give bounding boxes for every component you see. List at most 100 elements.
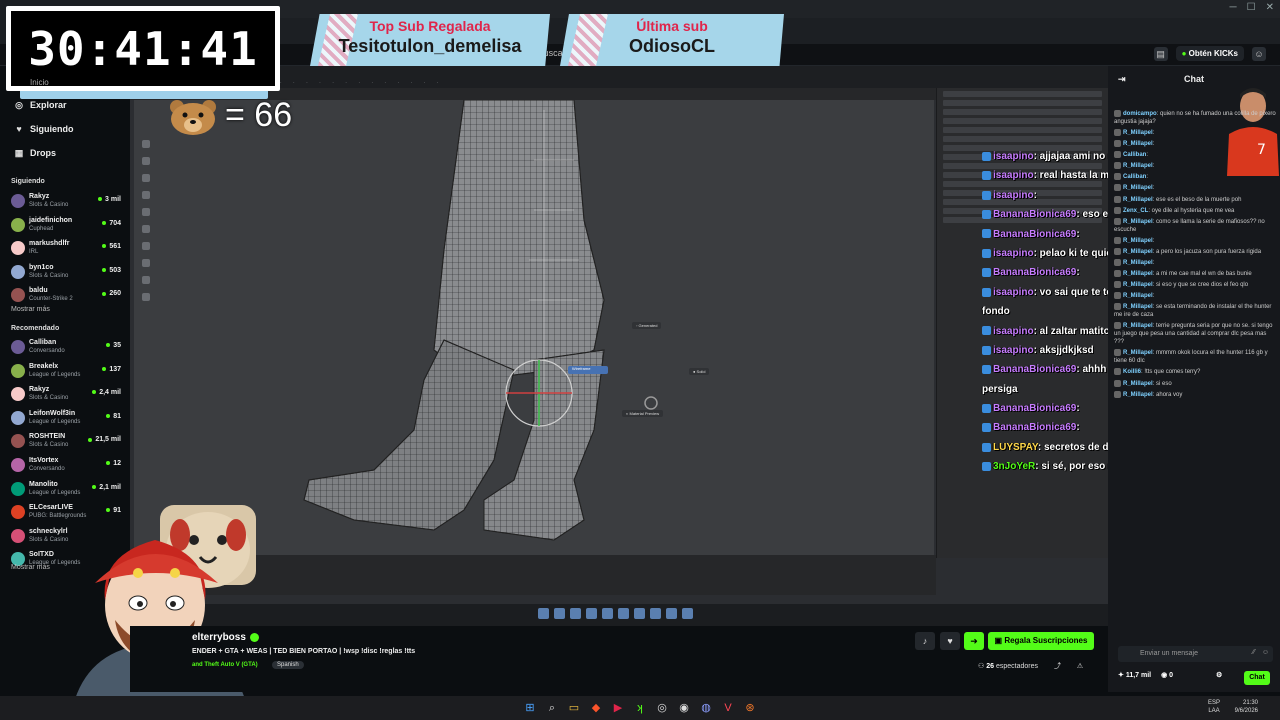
chat-user[interactable]: R_Millapel <box>1123 323 1153 329</box>
chat-user[interactable]: R_Millapel <box>1123 282 1153 288</box>
show-more-following[interactable]: Mostrar más <box>11 306 50 313</box>
blender-icon[interactable]: ⊛ <box>743 701 757 715</box>
media-player-icon[interactable]: ▶ <box>611 701 625 715</box>
chat-send-button[interactable]: Chat <box>1244 671 1270 685</box>
sidebar-channel[interactable]: jaidefinichon Cuphead 704 <box>11 216 123 236</box>
obs-icon[interactable]: ◉ <box>677 701 691 715</box>
channel-name: Rakyz <box>29 193 50 200</box>
share-kicks-button[interactable]: ➜ <box>964 632 984 650</box>
chat-text: : <box>1146 152 1149 159</box>
viewers-number: 26 <box>986 663 995 670</box>
sidebar-item-drops[interactable]: ▦ Drops <box>14 148 56 158</box>
chat-user[interactable]: Calliban <box>1123 174 1146 180</box>
user-avatar[interactable]: ☺ <box>1252 46 1266 61</box>
share-icon[interactable]: ⤴ <box>1054 663 1061 670</box>
sidebar-item-label: Siguiendo <box>30 124 74 134</box>
sidebar-channel[interactable]: Breakelx League of Legends 137 <box>11 362 123 382</box>
sidebar-channel[interactable]: baldu Counter-Strike 2 260 <box>11 286 123 306</box>
file-explorer-icon[interactable]: ▭ <box>567 701 581 715</box>
channel-name: Breakelx <box>29 362 59 370</box>
overlay-chat-user: BananaBionica69 <box>993 228 1077 240</box>
chat-user[interactable]: R_Millapel <box>1123 381 1153 387</box>
gift-subs-button[interactable]: ▣ Regala Suscripciones <box>988 632 1094 650</box>
close-icon[interactable]: ✕ <box>1266 2 1274 13</box>
brave-browser-icon[interactable]: ◆ <box>589 701 603 715</box>
channel-category: League of Legends <box>29 371 81 378</box>
chat-user[interactable]: R_Millapel <box>1123 197 1153 203</box>
chat-user[interactable]: R_Millapel <box>1123 130 1153 136</box>
get-kicks-button[interactable]: ● Obtén KICKs <box>1175 46 1244 61</box>
sidebar-channel[interactable]: byn1co Slots & Casino 503 <box>11 263 123 283</box>
chat-input[interactable]: Enviar un mensaje ⁄⁄ ☺ <box>1118 646 1273 662</box>
chat-user[interactable]: Koilli6 <box>1123 370 1141 376</box>
chat-user[interactable]: R_Millapel <box>1123 304 1153 310</box>
notification-bell-button[interactable]: ♪ <box>915 632 935 650</box>
kick-app-icon[interactable]: ʞ <box>633 701 647 715</box>
top-gift-name: Tesitotulon_demelisa <box>338 36 522 56</box>
stream-taskbar-icons <box>538 608 693 619</box>
chat-text: : <box>1152 260 1155 267</box>
last-sub-banner: Última sub OdiosoCL <box>560 14 784 66</box>
chat-user[interactable]: R_Millapel <box>1123 260 1153 266</box>
chat-user[interactable]: domicampo <box>1123 111 1157 117</box>
channel-name: Calliban <box>29 339 57 346</box>
chat-user[interactable]: Zenx_CL <box>1123 208 1148 214</box>
collapse-chat-icon[interactable]: ⇥ <box>1118 74 1126 85</box>
report-icon[interactable]: ⚠ <box>1077 663 1083 670</box>
library-icon[interactable]: ▤ <box>1153 46 1168 61</box>
chat-text: : ese es el beso de la muerte poh <box>1152 196 1242 203</box>
stream-player[interactable]: · · · · · · · · · · · · · ◦ Generated ● … <box>130 66 1108 626</box>
home-link[interactable]: Inicio <box>30 78 49 87</box>
language-indicator[interactable]: ESP LAA <box>1208 699 1220 715</box>
chat-input-placeholder: Enviar un mensaje <box>1140 650 1198 657</box>
chat-user[interactable]: R_Millapel <box>1123 293 1153 299</box>
valorant-icon[interactable]: V <box>721 701 735 715</box>
windows-start-icon[interactable]: ⊞ <box>523 701 537 715</box>
chat-user[interactable]: R_Millapel <box>1123 186 1153 192</box>
sidebar-channel[interactable]: ROSHTEIN Slots & Casino 21,5 mil <box>11 432 123 452</box>
search-icon[interactable]: ⌕ <box>545 701 559 715</box>
taskbar-icons: ⊞ ⌕ ▭ ◆ ▶ ʞ ◎ ◉ ◍ V ⊛ <box>523 701 757 715</box>
chat-message: R_Millapel: mmmm okok locura el the hunt… <box>1114 349 1276 365</box>
settings-gear-icon[interactable]: ⚙ <box>1216 671 1222 679</box>
chat-text: : ahora voy <box>1152 391 1183 398</box>
discord-icon[interactable]: ◍ <box>699 701 713 715</box>
system-clock[interactable]: 21:30 9/6/2026 <box>1235 699 1258 715</box>
chat-user[interactable]: R_Millapel <box>1123 141 1153 147</box>
sidebar-channel[interactable]: ItsVortex Conversando 12 <box>11 456 123 476</box>
channel-avatar <box>11 288 25 303</box>
steam-icon[interactable]: ◎ <box>655 701 669 715</box>
chat-user[interactable]: R_Millapel <box>1123 249 1153 255</box>
badge-icon <box>1114 247 1121 255</box>
sidebar-channel[interactable]: Rakyz Slots & Casino 3 mil <box>11 192 123 212</box>
sidebar-channel[interactable]: Calliban Conversando 35 <box>11 338 123 358</box>
sidebar-channel[interactable]: Rakyz Slots & Casino 2,4 mil <box>11 385 123 405</box>
maximize-icon[interactable]: ☐ <box>1247 2 1256 13</box>
chat-message: R_Millapel: <box>1114 184 1276 192</box>
chat-user[interactable]: Calliban <box>1123 152 1146 158</box>
show-more-recommended[interactable]: Mostrar más <box>11 564 50 571</box>
sidebar-item-explore[interactable]: ◎ Explorar <box>14 100 66 110</box>
get-kicks-label: Obtén KICKs <box>1188 49 1238 58</box>
viewers-icon: ⚇ <box>978 663 985 670</box>
streamer-name[interactable]: elterryboss <box>192 632 259 643</box>
chat-user[interactable]: R_Millapel <box>1123 392 1153 398</box>
badge-icon <box>1114 349 1121 357</box>
minimize-icon[interactable]: ─ <box>1230 2 1237 13</box>
overlay-chat-text: fondo <box>982 306 1010 318</box>
chat-user[interactable]: R_Millapel <box>1123 163 1153 169</box>
stream-category[interactable]: and Theft Auto V (GTA) <box>192 662 258 668</box>
sidebar-channel[interactable]: markushdlfr IRL 561 <box>11 239 123 259</box>
sidebar-item-following[interactable]: ♥ Siguiendo <box>14 124 74 134</box>
language-tag[interactable]: Spanish <box>272 661 304 669</box>
sidebar-channel[interactable]: LeifonWolf3in League of Legends 81 <box>11 409 123 429</box>
follow-button[interactable]: ♥ <box>940 632 960 650</box>
commands-icon[interactable]: ⁄⁄ <box>1253 649 1255 656</box>
overlay-chat-user: BananaBionica69 <box>993 403 1077 415</box>
chat-user[interactable]: R_Millapel <box>1123 271 1153 277</box>
chat-user[interactable]: R_Millapel <box>1123 238 1153 244</box>
chat-messages: domicampo: quien no se ha fumado una col… <box>1114 110 1276 402</box>
chat-user[interactable]: R_Millapel <box>1123 219 1153 225</box>
chat-user[interactable]: R_Millapel <box>1123 350 1153 356</box>
emoji-icon[interactable]: ☺ <box>1262 649 1269 656</box>
